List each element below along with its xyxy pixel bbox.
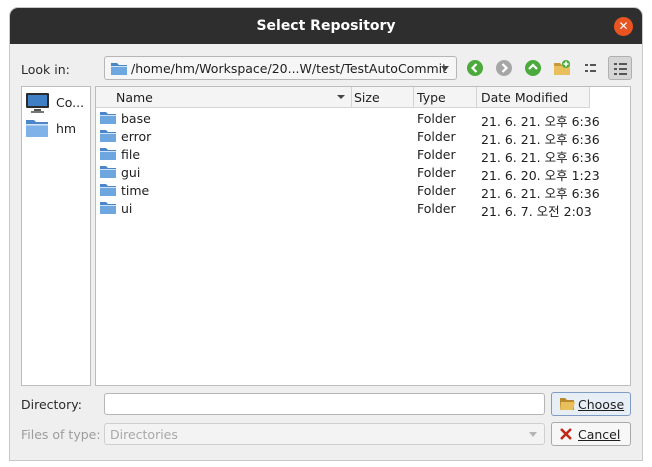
new-folder-icon [554, 60, 570, 75]
directory-label: Directory: [21, 397, 82, 412]
cancel-x-icon [559, 427, 573, 444]
back-icon [467, 60, 483, 76]
folder-icon [99, 146, 117, 164]
column-header-row: Name Size Type Date Modified [96, 87, 590, 108]
column-name-label: Name [116, 90, 153, 105]
files-of-type-value: Directories [110, 427, 178, 442]
column-header-date[interactable]: Date Modified [477, 87, 590, 107]
new-folder-button[interactable] [550, 56, 574, 80]
parent-directory-button[interactable] [521, 56, 545, 80]
choose-button[interactable]: Choose [551, 392, 631, 416]
column-header-size[interactable]: Size [352, 87, 414, 107]
files-of-type-combo[interactable]: Directories [104, 423, 545, 445]
files-of-type-label: Files of type: [21, 427, 101, 442]
chevron-down-icon [441, 66, 449, 71]
file-name: file [121, 147, 141, 162]
sidebar-item-label: Co... [56, 95, 85, 110]
directory-input[interactable] [104, 393, 545, 415]
folder-icon [99, 164, 117, 182]
file-type: Folder [417, 201, 456, 216]
file-name: error [121, 129, 152, 144]
title-bar: Select Repository ✕ [10, 8, 642, 44]
folder-icon [25, 118, 49, 141]
cancel-button[interactable]: Cancel [551, 422, 631, 446]
file-name: time [121, 183, 150, 198]
cancel-button-label: Cancel [578, 427, 621, 442]
folder-icon [99, 128, 117, 146]
file-type: Folder [417, 147, 456, 162]
sidebar-item-label: hm [56, 121, 77, 136]
table-row[interactable]: error Folder 21. 6. 21. 오후 6:36 [96, 127, 630, 147]
computer-icon [25, 92, 51, 117]
sort-desc-icon [337, 95, 345, 99]
file-type: Folder [417, 165, 456, 180]
look-in-label: Look in: [21, 62, 70, 77]
file-type: Folder [417, 111, 456, 126]
close-button[interactable]: ✕ [614, 17, 633, 36]
close-icon: ✕ [618, 19, 629, 33]
chevron-down-icon [529, 432, 537, 437]
file-name: ui [121, 201, 133, 216]
table-row[interactable]: base Folder 21. 6. 21. 오후 6:36 [96, 109, 630, 129]
places-sidebar: Co... hm [21, 86, 91, 386]
table-row[interactable]: file Folder 21. 6. 21. 오후 6:36 [96, 145, 630, 165]
file-name: base [121, 111, 151, 126]
folder-icon [99, 200, 117, 218]
forward-button[interactable] [492, 56, 516, 80]
file-type: Folder [417, 183, 456, 198]
forward-icon [496, 60, 512, 76]
detail-view-icon [614, 63, 627, 75]
list-view-icon [585, 64, 596, 72]
dialog-title: Select Repository [256, 18, 396, 34]
choose-button-label: Choose [578, 397, 625, 412]
list-view-button[interactable] [579, 56, 603, 80]
look-in-path: /home/hm/Workspace/20...W/test/TestAutoC… [131, 61, 448, 76]
file-type: Folder [417, 129, 456, 144]
sidebar-item-hm[interactable]: hm [25, 116, 89, 140]
detail-view-button[interactable] [608, 56, 632, 80]
look-in-combo[interactable]: /home/hm/Workspace/20...W/test/TestAutoC… [104, 56, 457, 80]
folder-open-icon [559, 397, 575, 414]
parent-dir-icon [525, 60, 541, 76]
file-date: 21. 6. 7. 오전 2:03 [481, 204, 592, 219]
folder-icon [110, 61, 128, 79]
table-row[interactable]: gui Folder 21. 6. 20. 오후 1:23 [96, 163, 630, 183]
folder-icon [99, 182, 117, 200]
column-header-type[interactable]: Type [414, 87, 477, 107]
table-row[interactable]: ui Folder 21. 6. 7. 오전 2:03 [96, 199, 630, 219]
select-repository-dialog: Select Repository ✕ Look in: /home/hm/Wo… [10, 8, 642, 460]
file-name: gui [121, 165, 141, 180]
back-button[interactable] [463, 56, 487, 80]
folder-icon [99, 110, 117, 128]
column-header-name[interactable]: Name [96, 87, 352, 107]
table-row[interactable]: time Folder 21. 6. 21. 오후 6:36 [96, 181, 630, 201]
file-list: Name Size Type Date Modified base Folder 2… [95, 86, 631, 386]
sidebar-item-computer[interactable]: Co... [25, 90, 89, 114]
